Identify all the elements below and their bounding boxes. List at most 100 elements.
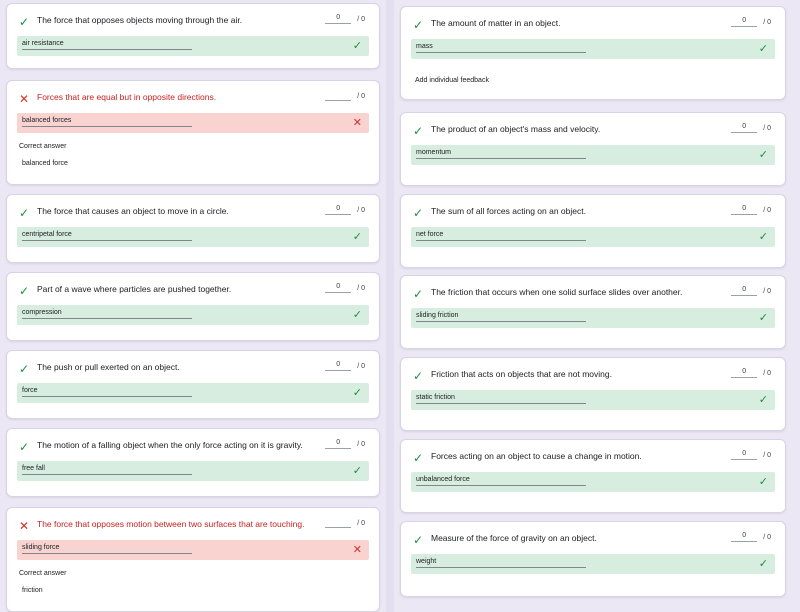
question-text: Forces acting on an object to cause a ch… — [431, 451, 642, 461]
question-text: Part of a wave where particles are pushe… — [37, 284, 232, 294]
points-input[interactable]: 0 — [731, 286, 758, 296]
question-card: ✓ The sum of all forces acting on an obje… — [400, 194, 786, 268]
question-card: ✓ Part of a wave where particles are push… — [6, 272, 380, 341]
points-input[interactable]: 0 — [325, 361, 352, 371]
points-max: / 0 — [763, 207, 771, 214]
points-input[interactable]: 0 — [731, 368, 758, 378]
question-card: ✕ The force that opposes motion between t… — [6, 507, 380, 612]
points-input[interactable] — [325, 518, 352, 528]
question-text: The force that opposes objects moving th… — [37, 15, 243, 25]
response-field: force ✓ — [17, 383, 369, 403]
question-text: Measure of the force of gravity on an ob… — [431, 533, 597, 543]
question-card: ✓ Friction that acts on objects that are … — [400, 357, 786, 431]
response-field: air resistance ✓ — [17, 36, 369, 56]
score-field: 0 / 0 — [325, 14, 365, 24]
check-icon: ✓ — [352, 308, 362, 321]
response-text: air resistance — [22, 40, 192, 50]
check-icon: ✓ — [19, 284, 30, 298]
points-max: / 0 — [763, 19, 771, 26]
response-field: balanced forces ✕ — [17, 113, 369, 133]
question-text: The push or pull exerted on an object. — [37, 362, 180, 372]
response-field: compression ✓ — [17, 305, 369, 325]
points-max: / 0 — [357, 207, 365, 214]
response-text: balanced forces — [22, 117, 192, 127]
check-icon: ✓ — [758, 42, 768, 55]
response-text: net force — [416, 231, 586, 241]
check-icon: ✓ — [352, 39, 362, 52]
check-icon: ✓ — [758, 475, 768, 488]
points-max: / 0 — [357, 520, 365, 527]
response-field: net force ✓ — [411, 227, 775, 247]
score-field: 0 / 0 — [731, 286, 771, 296]
check-icon: ✓ — [413, 533, 424, 547]
question-text: The motion of a falling object when the … — [37, 440, 303, 450]
right-column: ✓ The amount of matter in an object. 0 / 0 m… — [394, 0, 800, 612]
question-card: ✓ The force that opposes objects moving t… — [6, 3, 380, 69]
points-input[interactable]: 0 — [325, 439, 352, 449]
points-input[interactable] — [325, 91, 352, 101]
points-input[interactable]: 0 — [731, 450, 758, 460]
check-icon: ✓ — [413, 451, 424, 465]
points-max: / 0 — [763, 288, 771, 295]
correct-answer-label: Correct answer — [19, 570, 67, 577]
check-icon: ✓ — [413, 18, 424, 32]
question-text: Friction that acts on objects that are n… — [431, 369, 612, 379]
check-icon: ✓ — [352, 464, 362, 477]
score-field: 0 / 0 — [731, 17, 771, 27]
points-input[interactable]: 0 — [325, 14, 352, 24]
check-icon: ✓ — [413, 287, 424, 301]
check-icon: ✓ — [413, 206, 424, 220]
score-field: 0 / 0 — [731, 450, 771, 460]
check-icon: ✓ — [758, 148, 768, 161]
check-icon: ✓ — [19, 15, 30, 29]
points-max: / 0 — [763, 534, 771, 541]
points-input[interactable]: 0 — [325, 205, 352, 215]
check-icon: ✓ — [758, 311, 768, 324]
question-card: ✕ Forces that are equal but in opposite d… — [6, 80, 380, 185]
score-field: 0 / 0 — [325, 283, 365, 293]
cross-icon: ✕ — [352, 543, 362, 556]
score-field: 0 / 0 — [325, 205, 365, 215]
left-column: ✓ The force that opposes objects moving t… — [0, 0, 386, 612]
question-card: ✓ The friction that occurs when one solid… — [400, 275, 786, 349]
points-max: / 0 — [357, 285, 365, 292]
score-field: 0 / 0 — [731, 532, 771, 542]
response-text: centripetal force — [22, 231, 192, 241]
question-text: The friction that occurs when one solid … — [431, 287, 683, 297]
score-field: 0 / 0 — [731, 205, 771, 215]
cross-icon: ✕ — [352, 116, 362, 129]
add-feedback-link[interactable]: Add individual feedback — [415, 77, 489, 84]
response-text: sliding friction — [416, 312, 586, 322]
cross-icon: ✕ — [19, 92, 30, 106]
question-text: Forces that are equal but in opposite di… — [37, 92, 217, 102]
points-input[interactable]: 0 — [731, 205, 758, 215]
question-card: ✓ The push or pull exerted on an object.… — [6, 350, 380, 419]
response-text: momentum — [416, 149, 586, 159]
points-max: / 0 — [357, 441, 365, 448]
points-input[interactable]: 0 — [731, 123, 758, 133]
response-text: unbalanced force — [416, 476, 586, 486]
points-input[interactable]: 0 — [325, 283, 352, 293]
question-card: ✓ Measure of the force of gravity on an o… — [400, 521, 786, 597]
correct-answer-value: balanced force — [22, 160, 68, 167]
response-text: force — [22, 387, 192, 397]
points-max: / 0 — [763, 125, 771, 132]
correct-answer-value: friction — [22, 587, 43, 594]
check-icon: ✓ — [413, 124, 424, 138]
check-icon: ✓ — [352, 230, 362, 243]
question-card: ✓ The motion of a falling object when the… — [6, 428, 380, 497]
response-text: static friction — [416, 394, 586, 404]
response-field: mass ✓ — [411, 39, 775, 59]
points-input[interactable]: 0 — [731, 532, 758, 542]
response-field: sliding force ✕ — [17, 540, 369, 560]
question-card: ✓ Forces acting on an object to cause a c… — [400, 439, 786, 513]
points-input[interactable]: 0 — [731, 17, 758, 27]
response-text: mass — [416, 43, 586, 53]
response-field: centripetal force ✓ — [17, 227, 369, 247]
score-field: / 0 — [325, 518, 365, 528]
score-field: 0 / 0 — [325, 361, 365, 371]
response-field: sliding friction ✓ — [411, 308, 775, 328]
check-icon: ✓ — [758, 557, 768, 570]
question-text: The product of an object's mass and velo… — [431, 124, 601, 134]
question-card: ✓ The force that causes an object to move… — [6, 194, 380, 263]
